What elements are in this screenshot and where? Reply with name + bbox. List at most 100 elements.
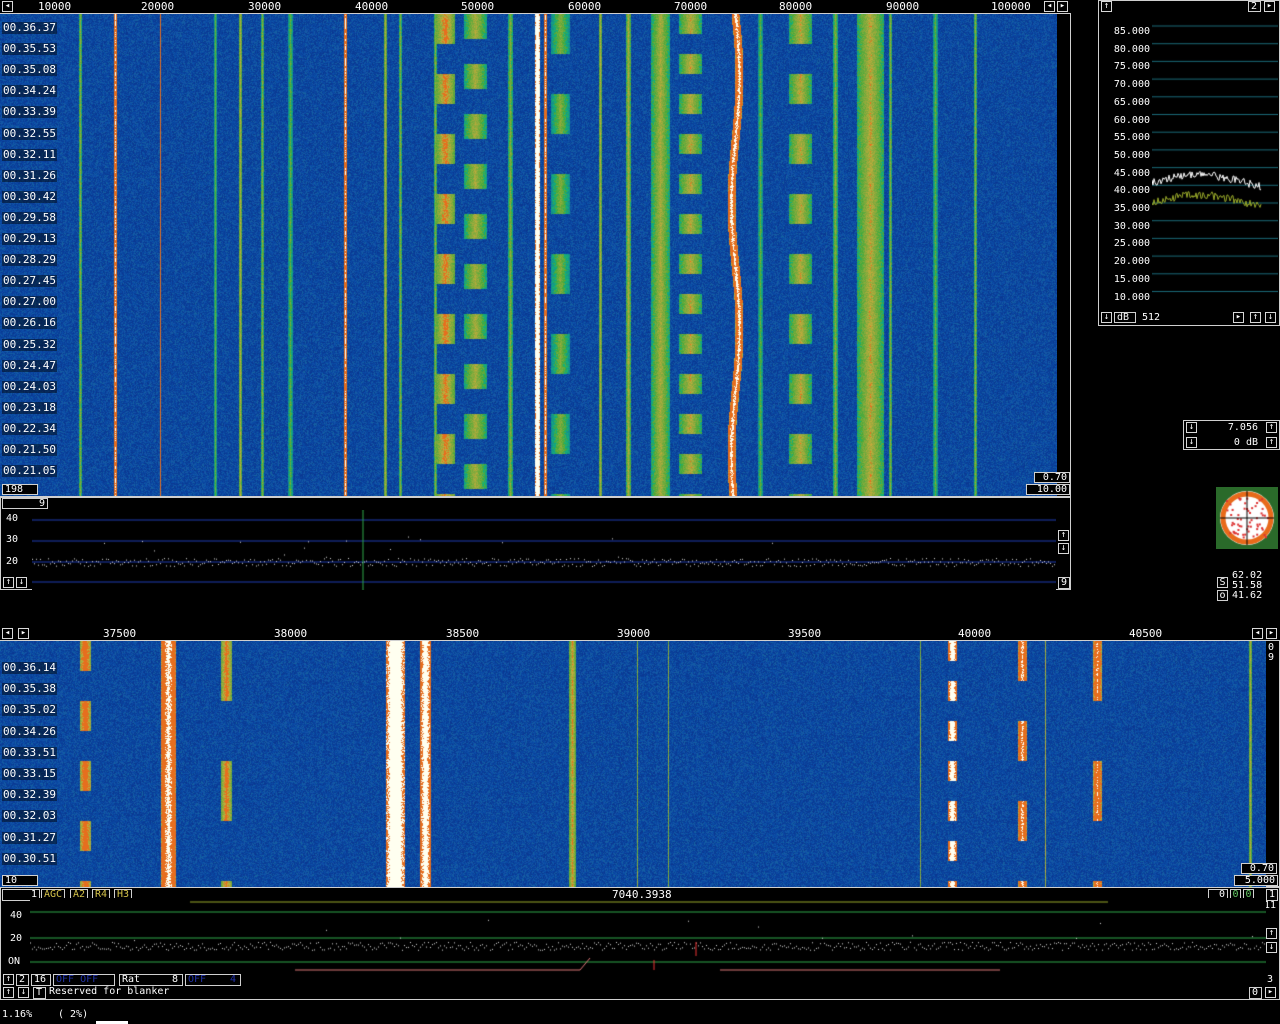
top-time-label: 00.32.11 [2,147,57,161]
top-time-label: 00.25.32 [2,337,57,351]
top-waterfall-contrast-box[interactable]: 0.70 [1034,472,1070,483]
level-graph-down-icon[interactable]: ↓ [1101,312,1112,323]
bottom-time-label: 00.33.15 [2,767,57,780]
rat-label[interactable]: Rat 8 [119,974,183,986]
bottom-scroll-left2-icon[interactable]: ◂ [1252,628,1263,639]
level-y-label: 35.000 [1113,203,1150,214]
top-time-label: 00.32.55 [2,126,57,140]
bottom-freq-tick: 40500 [1129,627,1163,640]
gain-db-up-icon[interactable]: ↑ [1266,437,1277,448]
row2-up-icon[interactable]: ↑ [3,974,14,985]
bottom-scroll-right-icon[interactable]: ▸ [18,628,29,639]
receiver-spectrum-plot[interactable] [30,898,1266,972]
top-time-label: 00.31.26 [2,168,57,182]
level-y-label: 70.000 [1113,79,1150,91]
receiver-down-icon[interactable]: ↓ [1266,942,1277,953]
off-off-button[interactable]: OFF OFF [53,974,115,986]
o-meter-value: 41.62 [1232,590,1263,601]
o-label-box: o [1217,590,1228,601]
level-graph-up2-icon[interactable]: ↑ [1250,312,1261,323]
level-graph-corner-box[interactable]: 2 [1248,1,1261,12]
top-time-label: 00.29.13 [2,232,57,245]
bottom-freq-tick: 38500 [446,627,480,640]
gain-down-icon[interactable]: ↓ [1186,422,1197,433]
gain-db-value: 0 dB [1233,437,1258,448]
fft-size-label: 512 [1142,312,1161,323]
receiver-y-label-20: 20 [10,933,23,944]
row2-box-16[interactable]: 16 [31,974,51,986]
bottom-time-label: 00.32.39 [2,788,57,802]
top-time-label: 00.24.47 [2,358,57,372]
bottom-time-label: 00.33.51 [2,745,57,759]
level-graph-right-icon[interactable]: ▸ [1264,1,1275,12]
scroll-right-end-icon[interactable]: ▸ [1057,1,1068,12]
spectrum-down-icon[interactable]: ↓ [1058,543,1069,554]
status-down-icon[interactable]: ↓ [18,987,29,998]
bottom-freq-tick: 39500 [788,627,822,640]
top-spectrum-right-box[interactable]: 9 [1058,577,1070,589]
top-time-label: 00.27.45 [2,274,57,288]
status-t-box[interactable]: T [33,987,46,999]
level-graph-up-icon[interactable]: ↑ [1101,1,1112,12]
receiver-y-label-40: 40 [10,910,23,921]
top-time-label: 00.35.53 [2,42,57,56]
bottom-waterfall-contrast-box[interactable]: 0.70 [1241,863,1277,874]
receiver-y-label-on: ON [8,956,21,967]
scroll-right-icon[interactable]: ◂ [1044,1,1055,12]
top-time-label: 00.30.42 [2,189,57,203]
top-time-label: 00.24.03 [2,379,57,393]
level-history-graph [1152,14,1278,312]
level-y-label: 75.000 [1113,61,1150,73]
gain-db-down-icon[interactable]: ↓ [1186,437,1197,448]
status-right-box[interactable]: 0 [1249,987,1262,999]
bottom-waterfall-display[interactable] [0,641,1266,887]
bottom-scroll-right2-icon[interactable]: ▸ [1266,628,1277,639]
receiver-up-icon[interactable]: ↑ [1266,928,1277,939]
rat-text: Rat [122,974,141,985]
level-y-label: 55.000 [1113,132,1150,144]
bottom-time-label: 00.32.03 [2,809,57,823]
spectrum-up-left-icon[interactable]: ↑ [3,577,14,588]
top-time-label: 00.23.18 [2,400,57,414]
gain-up-icon[interactable]: ↑ [1266,422,1277,433]
top-time-label: 00.35.08 [2,63,57,77]
top-spectrum-plot[interactable] [32,510,1056,590]
bottom-time-label: 00.36.14 [2,661,57,674]
status-text: Reserved for blanker [49,986,170,997]
bottom-freq-tick: 38000 [274,627,308,640]
rat-value: 8 [171,974,178,985]
bottom-freq-tick: 37500 [103,627,137,640]
cpu-usage-peak: ( 2%) [58,1009,89,1020]
status-right-icon[interactable]: ▸ [1265,987,1276,998]
bottom-freq-tick: 39000 [617,627,651,640]
row2-box-2[interactable]: 2 [16,974,29,986]
off2-button[interactable]: OFF 4 [185,974,241,986]
status-up-icon[interactable]: ↑ [3,987,14,998]
level-graph-down2-icon[interactable]: ↓ [1265,312,1276,323]
top-spectrum-corner-box[interactable]: 9 [2,498,48,509]
top-time-label: 00.22.34 [2,421,57,435]
top-freq-tick: 70000 [674,0,708,13]
spectrum-up-icon[interactable]: ↑ [1058,530,1069,541]
level-y-label: 85.000 [1113,26,1150,37]
top-freq-tick: 50000 [461,0,495,13]
top-waterfall-range-box[interactable]: 10.00 [1026,484,1070,495]
bottom-scroll-left-icon[interactable]: ◂ [2,628,13,639]
level-y-label: 45.000 [1113,167,1150,179]
top-waterfall-display[interactable] [0,14,1057,496]
top-waterfall-count-box[interactable]: 198 [2,484,38,495]
top-spectrum-y-label-40: 40 [6,513,19,524]
bottom-waterfall-count-box[interactable]: 10 [2,875,38,886]
top-freq-tick: 20000 [141,0,175,13]
bottom-waterfall-range-box[interactable]: 5.000 [1234,875,1278,886]
phase-scope-display [1216,487,1278,549]
bottom-frequency-ruler[interactable]: 37500 38000 38500 39000 39500 40000 40500 [0,627,1280,641]
spectrum-down-left-icon[interactable]: ↓ [16,577,27,588]
top-frequency-ruler[interactable]: 10000 20000 30000 40000 50000 60000 70000 80000… [0,0,1071,14]
scroll-left-icon[interactable]: ◂ [2,1,13,12]
top-freq-tick: 40000 [355,0,389,13]
s-label-box: S [1217,577,1228,588]
level-graph-scroll-right-icon[interactable]: ▸ [1233,312,1244,323]
top-time-label: 00.36.37 [2,21,57,34]
top-time-label: 00.27.00 [2,295,57,309]
